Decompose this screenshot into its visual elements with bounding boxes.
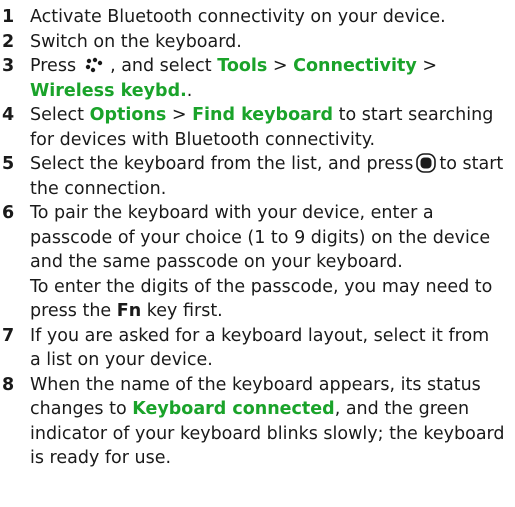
status-keyboard-connected: Keyboard connected: [132, 399, 335, 419]
menu-path-find-keyboard: Find keyboard: [192, 105, 334, 125]
step-number: 2: [2, 31, 15, 52]
step-text: If you are asked for a keyboard layout, …: [30, 325, 490, 371]
step-text-pre: Select the keyboard from the list, and p…: [30, 154, 414, 174]
step-number: 1: [2, 7, 15, 27]
step-3: 3 Press , and select Tools > Connectivit…: [2, 54, 505, 103]
step-1: 1 Activate Bluetooth connectivity on you…: [2, 5, 505, 30]
path-separator: >: [272, 56, 288, 76]
step-text-pre: Select: [30, 105, 84, 125]
note-text-post: key first.: [146, 301, 223, 321]
document-page: 1 Activate Bluetooth connectivity on you…: [0, 0, 515, 507]
path-separator: >: [171, 105, 187, 125]
step-number: 7: [2, 325, 15, 346]
step-number: 5: [2, 154, 15, 174]
menu-path-connectivity: Connectivity: [293, 56, 417, 76]
fn-key-label: Fn: [116, 301, 142, 321]
select-key-icon: [416, 153, 437, 173]
step-number: 6: [2, 203, 15, 223]
step-number: 3: [2, 56, 15, 76]
step-7: 7 If you are asked for a keyboard layout…: [2, 324, 505, 373]
step-2: 2 Switch on the keyboard.: [2, 30, 505, 55]
menu-path-tools: Tools: [217, 56, 268, 76]
step-4: 4 Select Options > Find keyboard to star…: [2, 103, 505, 152]
step-8: 8 When the name of the keyboard appears,…: [2, 373, 505, 471]
menu-path-options: Options: [89, 105, 167, 125]
step-6: 6 To pair the keyboard with your device,…: [2, 201, 505, 324]
note-text-pre: To enter the digits of the passcode, you…: [30, 276, 493, 322]
step-text-pre: Press: [30, 56, 77, 76]
instruction-list: 1 Activate Bluetooth connectivity on you…: [2, 5, 505, 471]
menu-key-icon: [84, 56, 106, 74]
step-text: Switch on the keyboard.: [30, 31, 242, 52]
step-text: To pair the keyboard with your device, e…: [30, 203, 491, 272]
step-note: To enter the digits of the passcode, you…: [30, 275, 505, 324]
step-5: 5 Select the keyboard from the list, and…: [2, 152, 505, 201]
menu-path-wireless-keybd: Wireless keybd.: [30, 80, 187, 101]
step-number: 4: [2, 105, 15, 125]
step-number: 8: [2, 374, 15, 395]
step-text-mid: , and select: [110, 56, 212, 76]
path-separator: >: [422, 56, 437, 76]
step-text: Activate Bluetooth connectivity on your …: [30, 7, 446, 27]
sentence-end: .: [186, 80, 193, 101]
